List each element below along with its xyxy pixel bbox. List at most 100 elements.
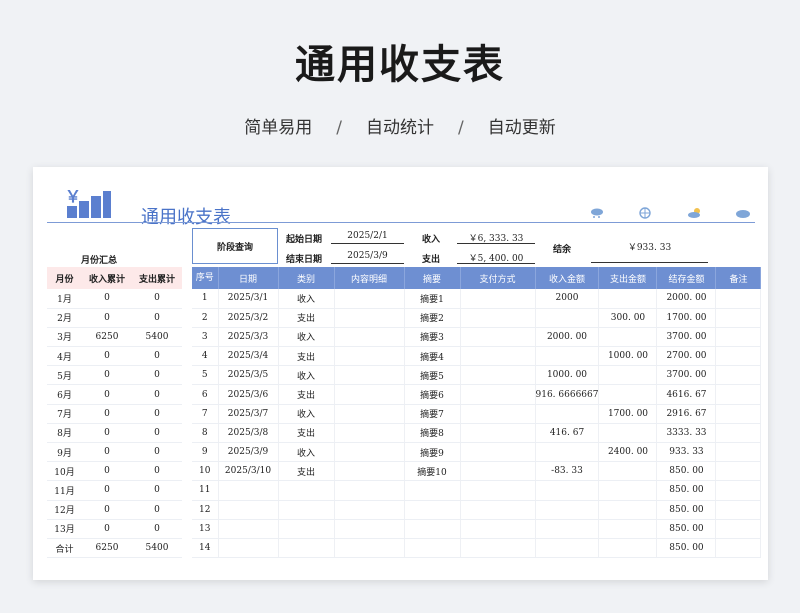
ledger-cell[interactable] — [598, 519, 658, 539]
summary-cell[interactable]: 5400 — [132, 327, 182, 348]
ledger-cell[interactable] — [460, 461, 536, 482]
summary-cell[interactable]: 9月 — [47, 442, 82, 463]
summary-cell[interactable]: 0 — [82, 404, 132, 424]
ledger-cell[interactable] — [598, 289, 658, 309]
ledger-cell[interactable] — [404, 480, 461, 501]
ledger-cell[interactable] — [334, 442, 405, 463]
ledger-cell[interactable]: 4 — [192, 346, 219, 367]
ledger-cell[interactable]: 摘要7 — [404, 404, 461, 424]
summary-cell[interactable]: 10月 — [47, 461, 82, 482]
ledger-cell[interactable]: 2025/3/5 — [218, 365, 279, 386]
ledger-cell[interactable]: 2000 — [535, 289, 600, 309]
ledger-cell[interactable] — [535, 538, 600, 559]
ledger-cell[interactable]: 1 — [192, 289, 219, 309]
summary-cell[interactable]: 0 — [132, 480, 182, 501]
ledger-cell[interactable] — [598, 423, 658, 444]
ledger-cell[interactable]: 摘要2 — [404, 308, 461, 328]
ledger-cell[interactable]: 支出 — [278, 423, 335, 444]
summary-cell[interactable]: 13月 — [47, 519, 82, 539]
ledger-cell[interactable] — [460, 384, 536, 405]
summary-cell[interactable]: 0 — [82, 384, 132, 405]
summary-cell[interactable]: 4月 — [47, 346, 82, 367]
ledger-cell[interactable]: 850. 00 — [656, 538, 717, 559]
ledger-cell[interactable] — [218, 519, 279, 539]
end-date-field[interactable]: 2025/3/9 — [331, 251, 404, 264]
ledger-cell[interactable] — [218, 500, 279, 520]
ledger-cell[interactable]: 850. 00 — [656, 461, 717, 482]
ledger-cell[interactable]: 2025/3/3 — [218, 327, 279, 348]
ledger-cell[interactable] — [334, 308, 405, 328]
ledger-cell[interactable]: 2400. 00 — [598, 442, 658, 463]
ledger-cell[interactable] — [460, 346, 536, 367]
ledger-cell[interactable] — [334, 289, 405, 309]
ledger-cell[interactable]: 收入 — [278, 404, 335, 424]
ledger-cell[interactable] — [535, 308, 600, 328]
ledger-cell[interactable] — [218, 480, 279, 501]
ledger-cell[interactable]: 850. 00 — [656, 519, 717, 539]
ledger-cell[interactable]: 摘要8 — [404, 423, 461, 444]
ledger-cell[interactable] — [218, 538, 279, 559]
ledger-cell[interactable] — [715, 538, 762, 559]
summary-cell[interactable]: 5400 — [132, 538, 182, 559]
ledger-cell[interactable] — [334, 500, 405, 520]
ledger-cell[interactable] — [715, 404, 762, 424]
period-query-button[interactable]: 阶段查询 — [192, 228, 278, 264]
ledger-cell[interactable] — [334, 461, 405, 482]
ledger-cell[interactable]: 850. 00 — [656, 480, 717, 501]
ledger-cell[interactable]: 6 — [192, 384, 219, 405]
ledger-cell[interactable]: 4616. 67 — [656, 384, 717, 405]
ledger-cell[interactable] — [598, 461, 658, 482]
summary-cell[interactable]: 0 — [82, 500, 132, 520]
ledger-cell[interactable]: 摘要4 — [404, 346, 461, 367]
ledger-cell[interactable] — [598, 500, 658, 520]
ledger-cell[interactable]: 支出 — [278, 308, 335, 328]
ledger-cell[interactable]: 7 — [192, 404, 219, 424]
ledger-cell[interactable] — [460, 365, 536, 386]
ledger-cell[interactable] — [535, 519, 600, 539]
ledger-cell[interactable]: 300. 00 — [598, 308, 658, 328]
ledger-cell[interactable] — [598, 538, 658, 559]
ledger-cell[interactable] — [404, 519, 461, 539]
ledger-cell[interactable]: 摘要3 — [404, 327, 461, 348]
ledger-cell[interactable] — [535, 346, 600, 367]
ledger-cell[interactable]: 1000. 00 — [598, 346, 658, 367]
summary-cell[interactable]: 0 — [82, 289, 132, 309]
ledger-cell[interactable]: 9 — [192, 442, 219, 463]
summary-cell[interactable]: 0 — [132, 308, 182, 328]
ledger-cell[interactable]: 收入 — [278, 442, 335, 463]
ledger-cell[interactable]: 收入 — [278, 289, 335, 309]
summary-cell[interactable]: 0 — [132, 461, 182, 482]
ledger-cell[interactable] — [715, 346, 762, 367]
ledger-cell[interactable]: 支出 — [278, 461, 335, 482]
ledger-cell[interactable] — [278, 519, 335, 539]
ledger-cell[interactable]: 2025/3/6 — [218, 384, 279, 405]
ledger-cell[interactable]: 11 — [192, 480, 219, 501]
summary-cell[interactable]: 0 — [82, 308, 132, 328]
ledger-cell[interactable] — [598, 480, 658, 501]
ledger-cell[interactable] — [334, 538, 405, 559]
summary-cell[interactable]: 0 — [82, 365, 132, 386]
ledger-cell[interactable] — [334, 384, 405, 405]
ledger-cell[interactable] — [715, 327, 762, 348]
ledger-cell[interactable]: 2025/3/7 — [218, 404, 279, 424]
ledger-cell[interactable]: 摘要10 — [404, 461, 461, 482]
ledger-cell[interactable] — [535, 442, 600, 463]
ledger-cell[interactable] — [535, 480, 600, 501]
summary-cell[interactable]: 合计 — [47, 538, 82, 559]
ledger-cell[interactable] — [278, 538, 335, 559]
ledger-cell[interactable] — [598, 365, 658, 386]
ledger-cell[interactable] — [460, 538, 536, 559]
ledger-cell[interactable]: 摘要5 — [404, 365, 461, 386]
ledger-cell[interactable]: 1700. 00 — [598, 404, 658, 424]
ledger-cell[interactable] — [404, 500, 461, 520]
ledger-cell[interactable]: -83. 33 — [535, 461, 600, 482]
summary-cell[interactable]: 11月 — [47, 480, 82, 501]
summary-cell[interactable]: 12月 — [47, 500, 82, 520]
ledger-cell[interactable]: 12 — [192, 500, 219, 520]
ledger-cell[interactable]: 850. 00 — [656, 500, 717, 520]
ledger-cell[interactable] — [278, 500, 335, 520]
ledger-cell[interactable] — [460, 327, 536, 348]
ledger-cell[interactable]: 收入 — [278, 365, 335, 386]
summary-cell[interactable]: 6250 — [82, 327, 132, 348]
ledger-cell[interactable]: 1000. 00 — [535, 365, 600, 386]
